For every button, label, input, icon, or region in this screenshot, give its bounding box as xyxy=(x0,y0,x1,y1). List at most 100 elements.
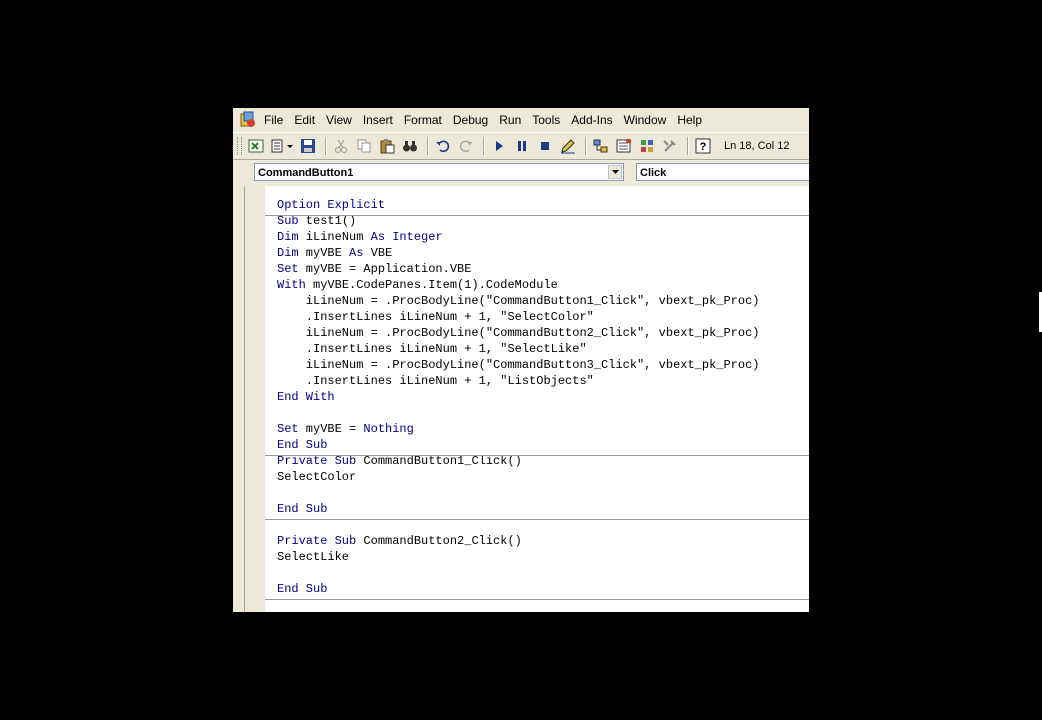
code-text: iLineNum = .ProcBodyLine("CommandButton1… xyxy=(277,294,760,308)
code-line[interactable]: SelectLike xyxy=(277,549,349,565)
svg-text:?: ? xyxy=(700,141,707,153)
project-explorer-button[interactable] xyxy=(591,136,611,156)
toolbox-button[interactable] xyxy=(660,136,680,156)
object-browser-button[interactable] xyxy=(637,136,657,156)
code-line[interactable]: End Sub xyxy=(277,581,327,597)
code-text: myVBE = Application.VBE xyxy=(298,262,472,276)
code-text: .InsertLines iLineNum + 1, "ListObjects" xyxy=(277,374,594,388)
object-dropdown-value: CommandButton1 xyxy=(258,167,354,179)
code-line[interactable]: Dim iLineNum As Integer xyxy=(277,229,443,245)
code-text: .InsertLines iLineNum + 1, "SelectLike" xyxy=(277,342,587,356)
help-icon: ? xyxy=(695,138,711,154)
excel-icon xyxy=(248,139,264,153)
save-icon xyxy=(301,139,315,153)
code-text: iLineNum = .ProcBodyLine("CommandButton3… xyxy=(277,358,760,372)
code-line[interactable]: iLineNum = .ProcBodyLine("CommandButton1… xyxy=(277,293,760,309)
reset-button[interactable] xyxy=(535,136,555,156)
view-excel-button[interactable] xyxy=(246,136,266,156)
code-keyword: With xyxy=(277,278,306,292)
paste-icon xyxy=(380,139,395,154)
save-button[interactable] xyxy=(298,136,318,156)
cut-button[interactable] xyxy=(331,136,351,156)
code-keyword: Sub xyxy=(277,214,299,228)
menu-view[interactable]: View xyxy=(325,109,353,131)
properties-icon xyxy=(616,139,631,153)
code-keyword: Option Explicit xyxy=(277,198,386,212)
code-line[interactable]: Private Sub CommandButton2_Click() xyxy=(277,533,522,549)
help-button[interactable]: ? xyxy=(693,136,713,156)
project-explorer-icon xyxy=(593,139,608,153)
object-dropdown-button[interactable] xyxy=(608,165,622,179)
code-keyword: Nothing xyxy=(363,422,414,436)
paste-button[interactable] xyxy=(377,136,397,156)
code-keyword: End With xyxy=(277,390,335,404)
menu-format[interactable]: Format xyxy=(403,109,443,131)
menu-debug[interactable]: Debug xyxy=(452,109,489,131)
margin-indicator-bar[interactable] xyxy=(244,186,266,612)
code-line[interactable]: SelectColor xyxy=(277,469,356,485)
design-mode-button[interactable] xyxy=(558,136,578,156)
insert-module-icon xyxy=(271,139,293,153)
find-button[interactable] xyxy=(400,136,420,156)
play-icon xyxy=(496,141,503,151)
code-text: CommandButton1_Click() xyxy=(356,454,522,468)
code-keyword: As xyxy=(370,230,386,244)
code-text: SelectLike xyxy=(277,550,350,564)
redo-icon xyxy=(459,140,473,153)
code-text: myVBE xyxy=(298,246,350,260)
undo-icon xyxy=(436,140,450,153)
pause-icon xyxy=(518,141,526,151)
code-line[interactable]: Dim myVBE As VBE xyxy=(277,245,392,261)
code-keyword: End Sub xyxy=(277,582,328,596)
code-line[interactable]: End Sub xyxy=(277,437,327,453)
run-button[interactable] xyxy=(489,136,509,156)
code-line[interactable]: .InsertLines iLineNum + 1, "ListObjects" xyxy=(277,373,594,389)
code-editor[interactable]: Option Explicit Sub test1() Dim iLineNum A… xyxy=(265,186,809,612)
code-line[interactable]: iLineNum = .ProcBodyLine("CommandButton3… xyxy=(277,357,760,373)
chevron-down-icon xyxy=(611,170,619,174)
code-line[interactable]: iLineNum = .ProcBodyLine("CommandButton2… xyxy=(277,325,760,341)
code-line[interactable]: .InsertLines iLineNum + 1, "SelectColor" xyxy=(277,309,594,325)
code-keyword: Dim xyxy=(277,246,299,260)
procedure-dropdown[interactable]: Click xyxy=(636,163,809,181)
copy-button[interactable] xyxy=(354,136,374,156)
vba-app-icon[interactable] xyxy=(239,111,257,129)
menu-edit[interactable]: Edit xyxy=(293,109,316,131)
procedure-dropdown-value: Click xyxy=(640,167,667,179)
toolbox-icon xyxy=(663,140,676,152)
code-line[interactable]: .InsertLines iLineNum + 1, "SelectLike" xyxy=(277,341,587,357)
menu-help[interactable]: Help xyxy=(676,109,703,131)
menu-add-ins[interactable]: Add-Ins xyxy=(570,109,613,131)
menu-run[interactable]: Run xyxy=(498,109,522,131)
procedure-separator xyxy=(265,455,809,456)
code-keyword: Private Sub xyxy=(277,454,357,468)
code-text: CommandButton2_Click() xyxy=(356,534,522,548)
code-text: .InsertLines iLineNum + 1, "SelectColor" xyxy=(277,310,594,324)
menu-file[interactable]: File xyxy=(263,109,284,131)
code-line[interactable]: Set myVBE = Nothing xyxy=(277,421,414,437)
code-line[interactable]: End Sub xyxy=(277,501,327,517)
object-dropdown[interactable]: CommandButton1 xyxy=(254,163,624,181)
code-keyword: As xyxy=(349,246,364,260)
menu-tools[interactable]: Tools xyxy=(531,109,561,131)
redo-button[interactable] xyxy=(456,136,476,156)
undo-button[interactable] xyxy=(433,136,453,156)
code-text: test1() xyxy=(298,214,357,228)
insert-object-button[interactable] xyxy=(269,136,295,156)
binoculars-icon xyxy=(403,141,417,152)
code-line[interactable]: Option Explicit xyxy=(277,197,385,213)
toolbar-grip[interactable] xyxy=(237,137,242,155)
vba-editor-window: File Edit View Insert Format Debug Run T… xyxy=(233,108,809,612)
menu-window[interactable]: Window xyxy=(623,109,668,131)
properties-window-button[interactable] xyxy=(614,136,634,156)
cut-icon xyxy=(335,139,347,153)
menu-insert[interactable]: Insert xyxy=(362,109,394,131)
stop-icon xyxy=(541,142,549,150)
code-keyword: Private Sub xyxy=(277,534,357,548)
code-line[interactable]: End With xyxy=(277,389,335,405)
code-text: VBE xyxy=(363,246,393,260)
break-button[interactable] xyxy=(512,136,532,156)
code-line[interactable]: Set myVBE = Application.VBE xyxy=(277,261,471,277)
cursor-position: Ln 18, Col 12 xyxy=(724,140,790,152)
code-line[interactable]: With myVBE.CodePanes.Item(1).CodeModule xyxy=(277,277,558,293)
